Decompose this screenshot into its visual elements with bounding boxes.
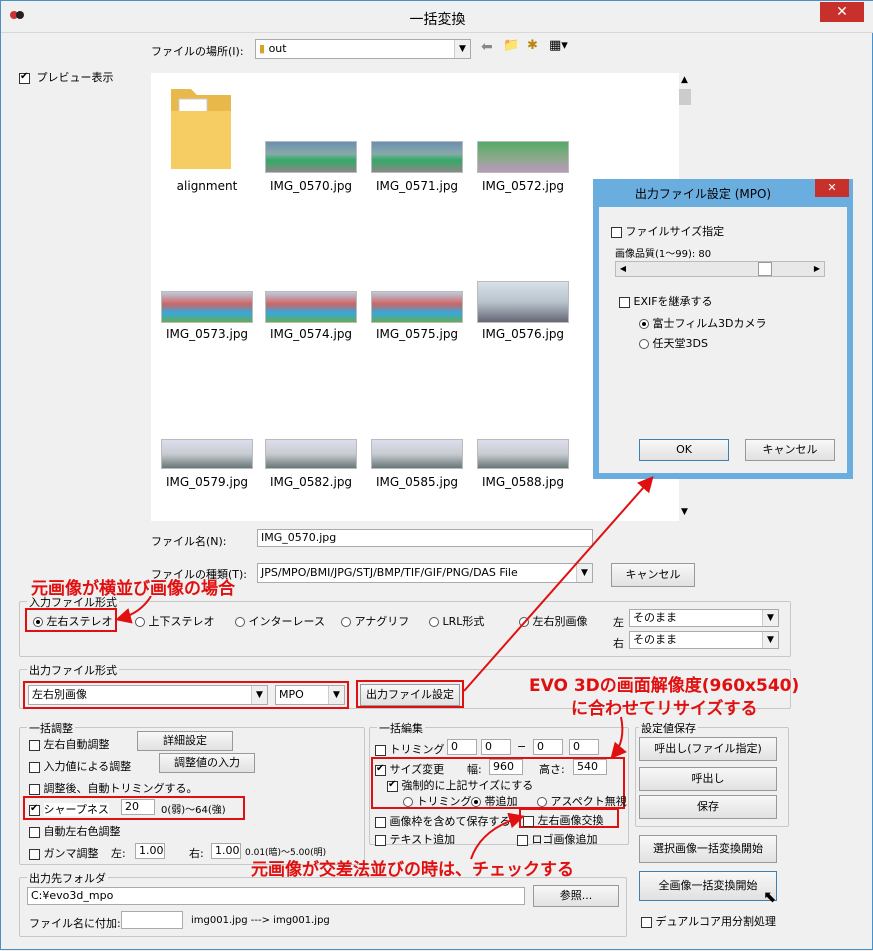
arrow-to-swap — [470, 812, 525, 860]
batch-convert-window: 一括変換 ✕ ファイルの場所(I): ▮ out ▼ ⬅ 📁 ✱ ▦▾ プレビュ… — [0, 0, 873, 950]
arrow-to-dialog — [463, 476, 654, 692]
arrow-to-stereo — [115, 595, 152, 624]
annotation-arrows — [115, 476, 654, 860]
arrow-to-resize — [610, 716, 627, 760]
